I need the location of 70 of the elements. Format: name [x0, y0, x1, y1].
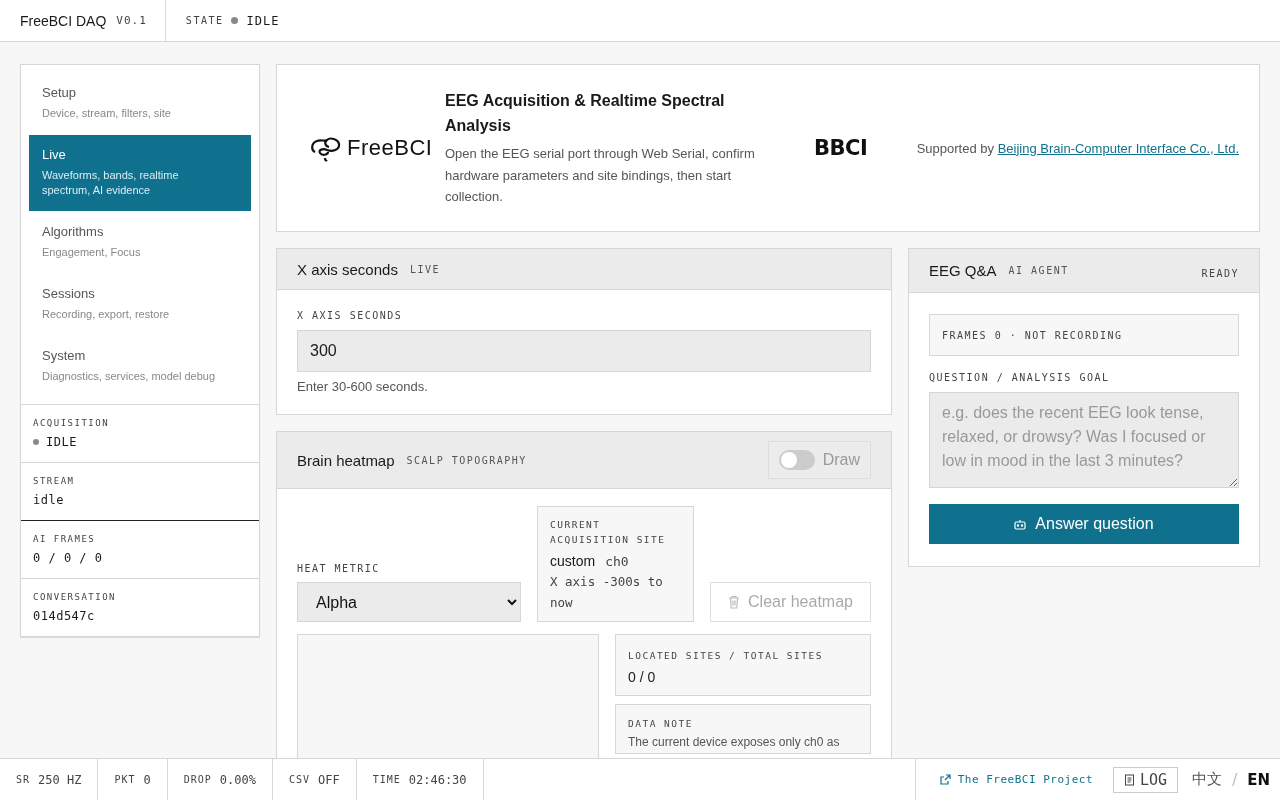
metric-select[interactable]: Alpha: [297, 582, 521, 622]
project-link[interactable]: The FreeBCI Project: [939, 773, 1094, 786]
freebci-logo: FreeBCI: [347, 135, 433, 161]
panel-tag: AI AGENT: [1008, 265, 1069, 276]
status-value: 250 HZ: [38, 772, 82, 787]
nav-item[interactable]: Sessions Recording, export, restore: [29, 274, 251, 335]
app-name: FreeBCI DAQ: [20, 12, 107, 29]
card-label: CURRENT ACQUISITION SITE: [550, 518, 667, 547]
panel-title: EEG Q&A: [929, 262, 997, 279]
toggle-label: Draw: [822, 451, 860, 469]
status-value: 0.00%: [219, 772, 256, 787]
language-option[interactable]: EN: [1247, 770, 1270, 789]
field-hint: Enter 30-600 seconds.: [297, 379, 429, 394]
field-label: HEAT METRIC: [297, 563, 381, 574]
status-label: READY: [1201, 268, 1239, 279]
note-text: The current device exposes only ch0 as: [628, 735, 841, 749]
hero-title: EEG Acquisition & Realtime Spectral Analysis: [445, 91, 726, 137]
stat-label: STREAM: [33, 476, 76, 486]
partner-logo: BBCI: [814, 136, 868, 160]
channel-name: ch0: [605, 554, 629, 569]
nav-item[interactable]: Live Waveforms, bands, realtime spectrum, AI evidence: [29, 135, 251, 211]
status-label: TIME: [372, 774, 401, 785]
status-value: 02:46:30: [408, 772, 467, 787]
status-value: OFF: [318, 772, 340, 787]
status-value: 0: [143, 772, 151, 787]
stat-value: 014d547c: [33, 609, 96, 623]
seconds-input-field[interactable]: 300: [297, 330, 871, 372]
status-dot-icon: [33, 439, 39, 445]
site-name: custom: [550, 553, 596, 569]
card-label: LOCATED SITES / TOTAL SITES: [628, 650, 823, 661]
stat-value: idle: [33, 493, 65, 507]
frames-status: FRAMES 0 · NOT RECORDING: [929, 314, 1239, 356]
status-dot-icon: [231, 17, 239, 24]
state-label: STATE: [185, 15, 224, 26]
nav-item[interactable]: System Diagnostics, services, model debug: [29, 336, 251, 397]
stat-value: IDLE: [46, 435, 77, 449]
language-option[interactable]: 中文: [1192, 770, 1223, 789]
nav-item[interactable]: Algorithms Engagement, Focus: [29, 212, 251, 273]
language-separator: /: [1232, 770, 1238, 789]
external-link-icon: [939, 774, 951, 785]
panel-title: Brain heatmap: [297, 451, 395, 469]
stat-label: CONVERSATION: [33, 592, 118, 602]
panel-title: X axis seconds: [297, 260, 398, 278]
state-value: IDLE: [246, 13, 280, 28]
sites-count: 0 / 0: [628, 669, 657, 685]
status-label: PKT: [114, 774, 136, 785]
panel-tag: LIVE: [409, 263, 440, 275]
robot-icon: [1014, 518, 1027, 530]
version-label: V0.1: [116, 14, 147, 27]
answer-question-button[interactable]: Answer question: [929, 504, 1239, 544]
log-button[interactable]: LOG: [1113, 766, 1179, 793]
partner-link[interactable]: Beijing Brain-Computer Interface Co., Ltd.: [997, 140, 1239, 156]
question-field[interactable]: e.g. does the recent EEG look tense, relaxed, or drowsy? Was I focused or low in mood in the last 3 minutes?: [929, 392, 1239, 488]
status-label: CSV: [288, 774, 310, 785]
stat-value: 0 / 0 / 0: [33, 551, 104, 565]
nav-item[interactable]: Setup Device, stream, filters, site: [29, 73, 251, 134]
time-range: X axis -300s to now: [550, 573, 664, 612]
status-label: DROP: [183, 774, 212, 785]
status-label: SR: [16, 774, 31, 785]
hero-description: Open the EEG serial port through Web Serial, confirm hardware parameters and site bindings, then start collection.: [445, 145, 756, 207]
field-label: QUESTION / ANALYSIS GOAL: [929, 372, 1111, 383]
supported-by-text: Supported by Beijing Brain-Computer Interface Co., Ltd.: [916, 140, 1239, 156]
document-icon: [1124, 773, 1136, 786]
brain-swirl-icon: [309, 134, 343, 162]
stat-label: AI FRAMES: [33, 534, 97, 544]
card-label: DATA NOTE: [628, 718, 693, 729]
trash-icon: [728, 595, 740, 609]
panel-tag: SCALP TOPOGRAPHY: [406, 454, 527, 466]
field-label: X AXIS SECONDS: [297, 310, 404, 321]
stat-label: ACQUISITION: [33, 418, 111, 428]
